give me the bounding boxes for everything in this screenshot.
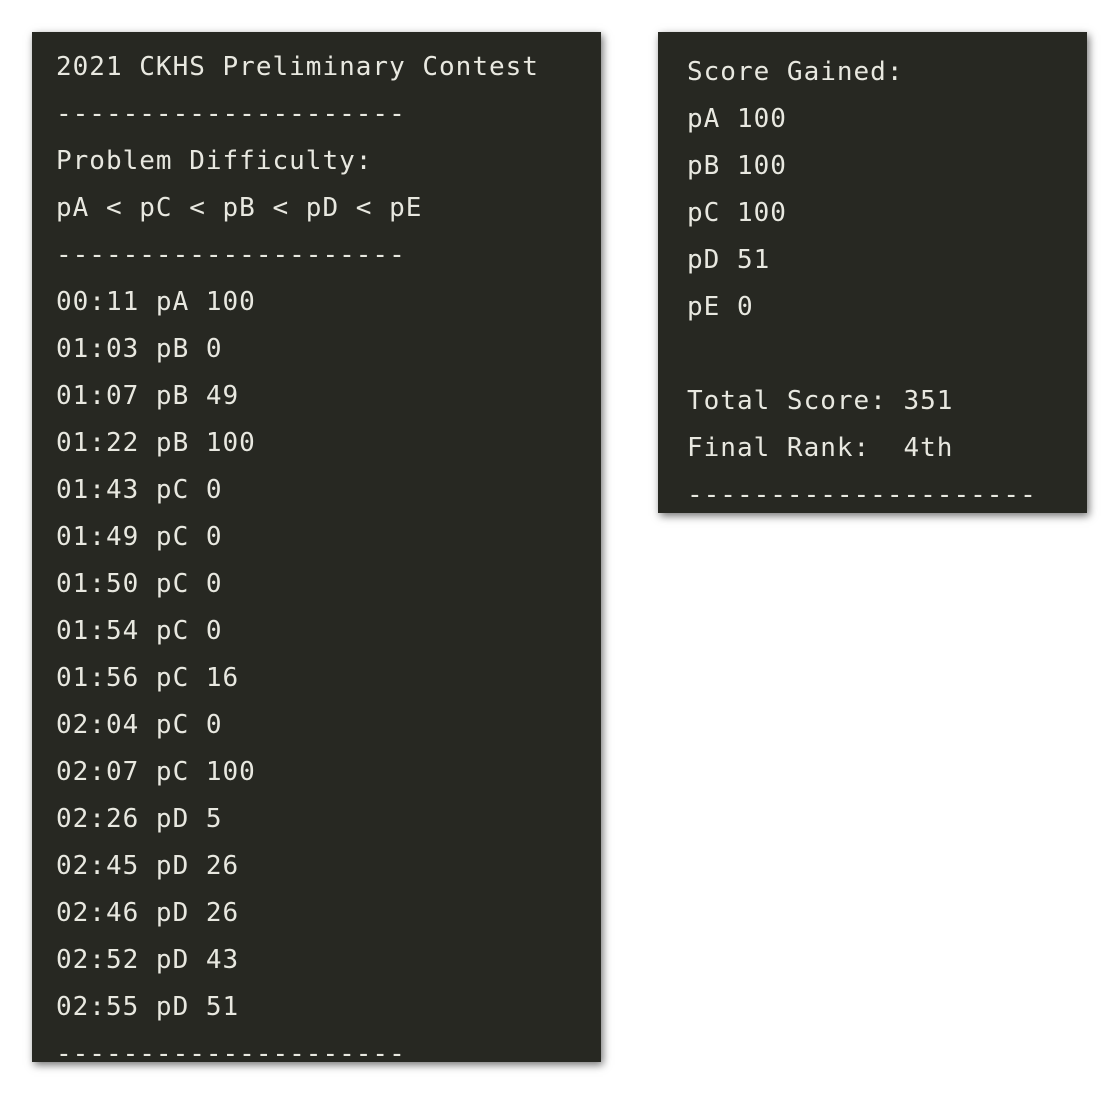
separator: --------------------- bbox=[56, 240, 406, 270]
log-entry: 02:04 pC 0 bbox=[56, 710, 223, 740]
log-entry: 01:22 pB 100 bbox=[56, 428, 256, 458]
score-entry: pE 0 bbox=[687, 292, 754, 322]
separator: --------------------- bbox=[56, 99, 406, 129]
log-entry: 02:55 pD 51 bbox=[56, 992, 240, 1022]
log-entry: 01:03 pB 0 bbox=[56, 334, 223, 364]
log-entry: 01:49 pC 0 bbox=[56, 522, 223, 552]
separator: --------------------- bbox=[687, 480, 1037, 510]
score-entry: pC 100 bbox=[687, 198, 787, 228]
log-entry: 02:07 pC 100 bbox=[56, 757, 256, 787]
score-entry: pA 100 bbox=[687, 104, 787, 134]
score-entry: pD 51 bbox=[687, 245, 771, 275]
contest-log-console: 2021 CKHS Preliminary Contest ----------… bbox=[32, 32, 601, 1069]
log-entry: 02:45 pD 26 bbox=[56, 851, 240, 881]
log-entry: 01:07 pB 49 bbox=[56, 381, 240, 411]
log-entry: 01:50 pC 0 bbox=[56, 569, 223, 599]
log-entry: 00:11 pA 100 bbox=[56, 287, 256, 317]
log-entry: 02:52 pD 43 bbox=[56, 945, 240, 975]
score-heading: Score Gained: bbox=[687, 57, 904, 87]
difficulty-order: pA < pC < pB < pD < pE bbox=[56, 193, 423, 223]
log-entry: 01:43 pC 0 bbox=[56, 475, 223, 505]
log-entry: 02:46 pD 26 bbox=[56, 898, 240, 928]
score-entry: pB 100 bbox=[687, 151, 787, 181]
score-summary-console: Score Gained: pA 100 pB 100 pC 100 pD 51… bbox=[658, 32, 1087, 513]
contest-title: 2021 CKHS Preliminary Contest bbox=[56, 52, 539, 82]
final-rank: Final Rank: 4th bbox=[687, 433, 954, 463]
total-score: Total Score: 351 bbox=[687, 386, 954, 416]
log-entry: 01:54 pC 0 bbox=[56, 616, 223, 646]
log-entry: 02:26 pD 5 bbox=[56, 804, 223, 834]
difficulty-heading: Problem Difficulty: bbox=[56, 146, 373, 176]
log-entry: 01:56 pC 16 bbox=[56, 663, 240, 693]
separator: --------------------- bbox=[56, 1039, 406, 1069]
